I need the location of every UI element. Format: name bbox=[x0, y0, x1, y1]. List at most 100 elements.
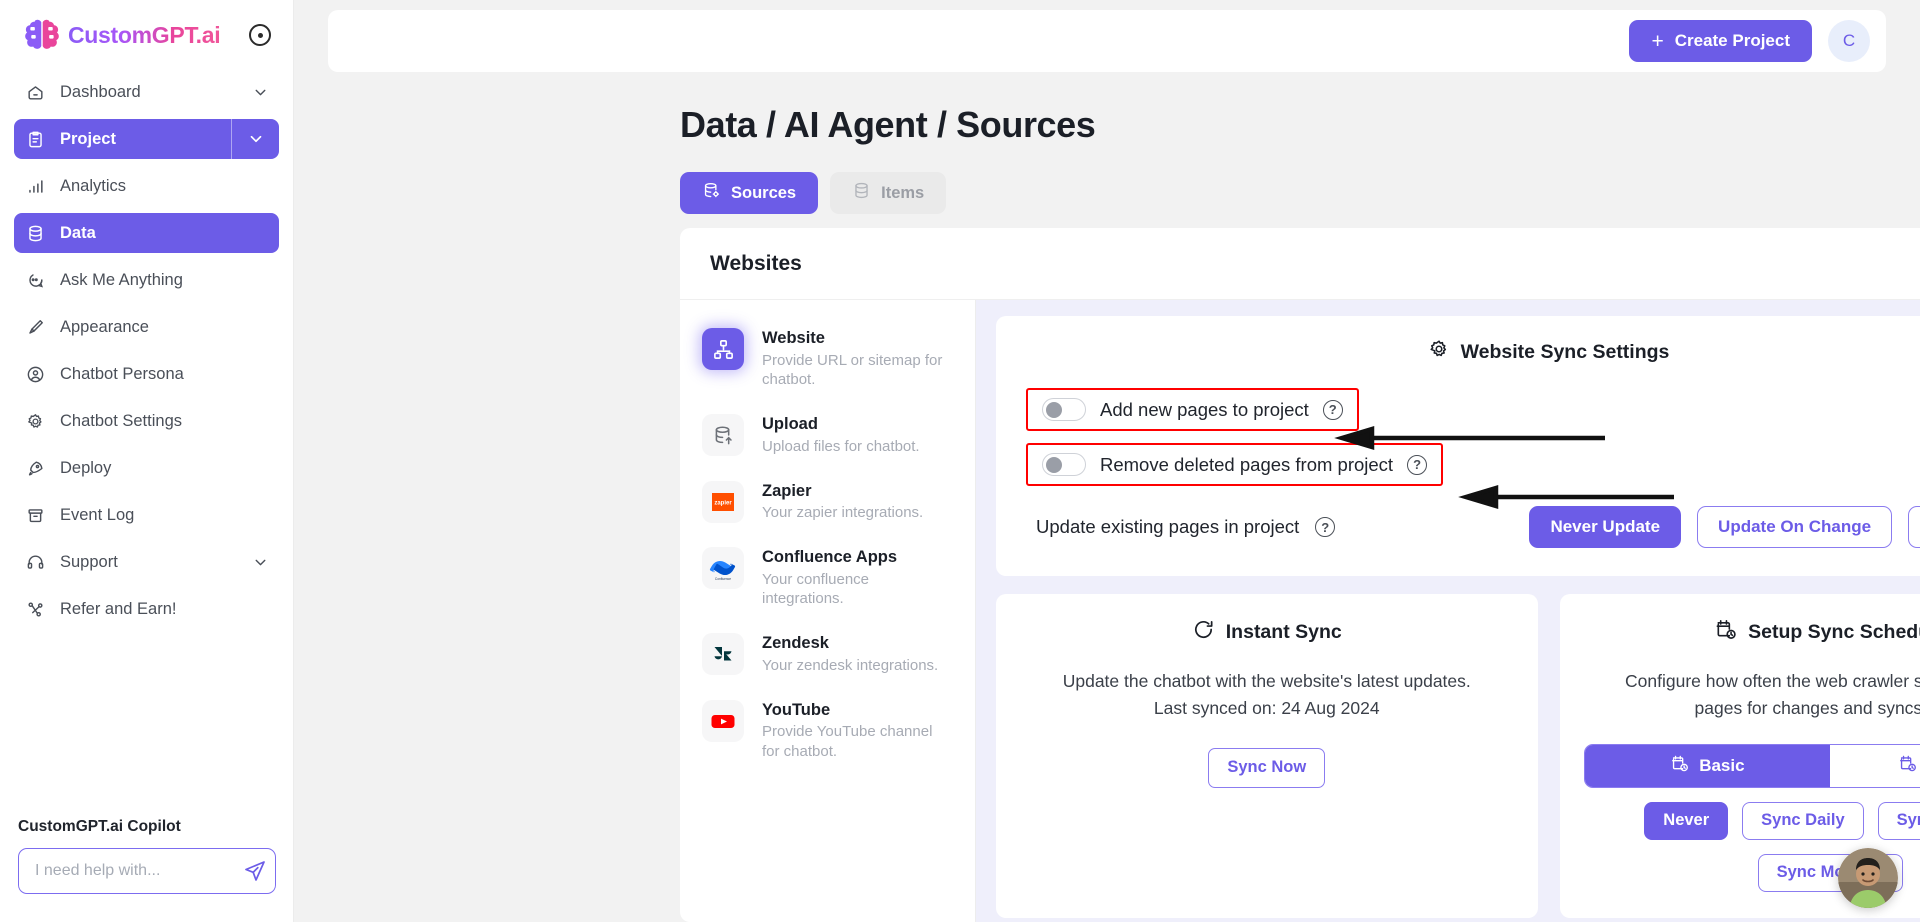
sidebar-item-ask-me-anything[interactable]: Ask Me Anything bbox=[14, 260, 279, 300]
zapier-logo-icon: zapier bbox=[702, 480, 744, 523]
sidebar-item-support[interactable]: Support bbox=[14, 542, 279, 582]
sidebar-item-data[interactable]: Data bbox=[14, 213, 279, 253]
svg-text:Confluence: Confluence bbox=[715, 577, 731, 581]
collapse-circle-icon[interactable] bbox=[249, 24, 271, 46]
sitemap-icon bbox=[702, 328, 744, 370]
source-item-youtube[interactable]: YouTube Provide YouTube channel for chat… bbox=[698, 690, 963, 776]
source-desc: Provide YouTube channel for chatbot. bbox=[762, 723, 933, 761]
sync-mode-basic-label: Basic bbox=[1699, 755, 1745, 775]
youtube-logo-icon bbox=[702, 699, 744, 742]
tab-items[interactable]: Items bbox=[830, 172, 947, 214]
tab-sources[interactable]: Sources bbox=[680, 172, 819, 214]
refresh-icon bbox=[1192, 618, 1215, 647]
instant-sync-desc-line2: Last synced on: 24 Aug 2024 bbox=[1153, 698, 1380, 719]
gear-icon bbox=[24, 410, 46, 432]
source-name: Zapier bbox=[762, 481, 812, 500]
sidebar-item-dashboard[interactable]: Dashboard bbox=[14, 72, 279, 112]
zendesk-logo-icon bbox=[702, 633, 744, 676]
page-title: Data / AI Agent / Sources bbox=[680, 104, 1096, 145]
copilot-title: CustomGPT.ai Copilot bbox=[18, 818, 181, 835]
sync-mode-advanced-button[interactable]: Advanced bbox=[1830, 744, 1920, 787]
frequency-sync-weekly-button[interactable]: Sync Weekly bbox=[1877, 801, 1920, 840]
app-root: CustomGPT.ai Dashboard Project Analytics… bbox=[0, 0, 1920, 922]
main-content: + Create Project C Data / AI Agent / Sou… bbox=[294, 0, 1920, 922]
sync-now-button[interactable]: Sync Now bbox=[1208, 747, 1326, 788]
help-icon[interactable]: ? bbox=[1315, 517, 1336, 537]
add-new-pages-toggle[interactable] bbox=[1042, 398, 1086, 421]
source-item-website[interactable]: Website Provide URL or sitemap for chatb… bbox=[698, 318, 963, 404]
confluence-logo-icon: Confluence bbox=[702, 547, 744, 590]
support-chat-bubble[interactable] bbox=[1838, 848, 1898, 908]
source-item-upload[interactable]: Upload Upload files for chatbot. bbox=[698, 404, 963, 470]
avatar[interactable]: C bbox=[1828, 20, 1870, 62]
database-icon bbox=[24, 222, 46, 244]
source-desc: Provide URL or sitemap for chatbot. bbox=[762, 351, 943, 389]
update-existing-pages-label: Update existing pages in project bbox=[1036, 516, 1300, 537]
help-icon[interactable]: ? bbox=[1322, 399, 1343, 420]
sync-schedule-desc-line2: pages for changes and syncs them bbox=[1694, 698, 1920, 719]
sidebar: CustomGPT.ai Dashboard Project Analytics… bbox=[0, 0, 294, 922]
calendar-clock-icon bbox=[1670, 754, 1689, 778]
database-gear-icon bbox=[702, 181, 721, 205]
always-update-button[interactable]: Always Update bbox=[1908, 506, 1920, 548]
sidebar-item-chatbot-settings[interactable]: Chatbot Settings bbox=[14, 401, 279, 441]
sidebar-item-deploy[interactable]: Deploy bbox=[14, 448, 279, 488]
source-desc: Your confluence integrations. bbox=[762, 570, 870, 608]
sync-mode-basic-button[interactable]: Basic bbox=[1584, 744, 1831, 787]
svg-text:zapier: zapier bbox=[714, 500, 732, 506]
update-existing-pages-row: Update existing pages in project ? Never… bbox=[1026, 506, 1920, 548]
sync-frequency-row: Never Sync Daily Sync Weekly bbox=[1584, 801, 1920, 840]
archive-icon bbox=[24, 504, 46, 526]
user-circle-icon bbox=[24, 363, 46, 385]
frequency-sync-daily-button[interactable]: Sync Daily bbox=[1742, 801, 1864, 840]
add-new-pages-row: Add new pages to project ? bbox=[1042, 398, 1343, 421]
sidebar-item-refer-and-earn[interactable]: Refer and Earn! bbox=[14, 589, 279, 629]
remove-deleted-pages-toggle[interactable] bbox=[1042, 453, 1086, 476]
source-name: Confluence Apps bbox=[762, 548, 898, 567]
add-new-pages-highlight: Add new pages to project ? bbox=[1026, 388, 1359, 431]
copilot-section: CustomGPT.ai Copilot bbox=[0, 818, 294, 922]
sidebar-item-label: Dashboard bbox=[60, 82, 141, 101]
database-icon bbox=[852, 181, 871, 205]
sidebar-item-project[interactable]: Project bbox=[14, 119, 279, 159]
brand-row: CustomGPT.ai bbox=[0, 0, 293, 62]
sidebar-item-label: Appearance bbox=[60, 317, 149, 336]
chevron-down-icon[interactable] bbox=[252, 84, 269, 101]
never-update-button[interactable]: Never Update bbox=[1529, 506, 1682, 548]
sidebar-item-label: Event Log bbox=[60, 505, 135, 524]
sidebar-item-event-log[interactable]: Event Log bbox=[14, 495, 279, 535]
source-desc: Your zendesk integrations. bbox=[762, 656, 939, 674]
copilot-input-box[interactable] bbox=[18, 848, 276, 894]
calendar-clock-icon bbox=[1714, 618, 1737, 647]
project-expand-chevron-down-icon[interactable] bbox=[231, 119, 279, 159]
frequency-never-button[interactable]: Never bbox=[1644, 801, 1729, 840]
sync-mode-segmented-control: Basic Advanced bbox=[1583, 743, 1920, 788]
sync-settings-heading: Website Sync Settings bbox=[1026, 338, 1920, 366]
sidebar-item-analytics[interactable]: Analytics bbox=[14, 166, 279, 206]
remove-deleted-pages-label: Remove deleted pages from project bbox=[1100, 453, 1394, 475]
sidebar-item-label: Support bbox=[60, 552, 118, 571]
sidebar-item-label: Project bbox=[60, 129, 116, 148]
database-upload-icon bbox=[702, 414, 744, 457]
support-agent-avatar bbox=[1838, 848, 1898, 908]
sidebar-item-label: Chatbot Settings bbox=[60, 411, 182, 430]
sidebar-item-label: Chatbot Persona bbox=[60, 364, 184, 383]
instant-sync-heading-label: Instant Sync bbox=[1225, 621, 1342, 643]
chevron-down-icon[interactable] bbox=[252, 554, 269, 571]
sidebar-item-chatbot-persona[interactable]: Chatbot Persona bbox=[14, 354, 279, 394]
source-item-zapier[interactable]: zapier Zapier Your zapier integrations. bbox=[698, 471, 963, 537]
create-project-button[interactable]: + Create Project bbox=[1629, 20, 1812, 62]
calendar-clock-icon bbox=[1898, 754, 1917, 778]
update-on-change-button[interactable]: Update On Change bbox=[1697, 506, 1893, 548]
copilot-input[interactable] bbox=[35, 862, 242, 880]
source-type-list: Website Provide URL or sitemap for chatb… bbox=[680, 300, 976, 922]
topbar: + Create Project C bbox=[328, 10, 1886, 72]
source-item-zendesk[interactable]: Zendesk Your zendesk integrations. bbox=[698, 623, 963, 689]
paper-plane-icon[interactable] bbox=[242, 858, 268, 884]
source-item-confluence-apps[interactable]: Confluence Confluence Apps Your confluen… bbox=[698, 537, 963, 623]
customgpt-logo-icon bbox=[25, 19, 59, 49]
source-name: Website bbox=[762, 329, 825, 347]
sidebar-item-appearance[interactable]: Appearance bbox=[14, 307, 279, 347]
sidebar-item-label: Ask Me Anything bbox=[60, 270, 183, 289]
help-icon[interactable]: ? bbox=[1407, 454, 1428, 475]
